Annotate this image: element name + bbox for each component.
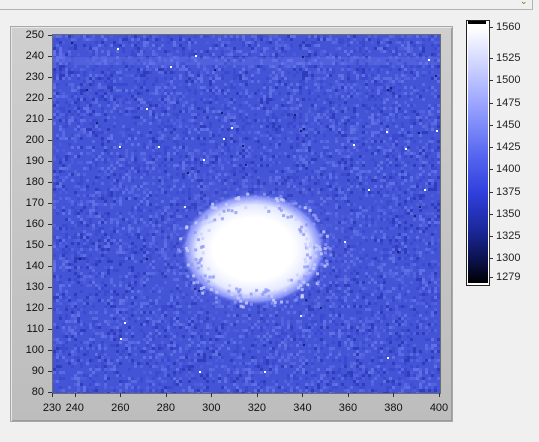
image-band — [53, 57, 440, 65]
y-tick-label: 240 — [25, 50, 44, 62]
y-tick-label: 120 — [25, 302, 44, 314]
y-tick-label: 160 — [25, 218, 44, 230]
colorbar-tick-label: 1300 — [496, 252, 521, 265]
y-tick-mark — [48, 371, 52, 372]
y-tick-label: 180 — [25, 176, 44, 188]
x-tick-mark — [211, 393, 213, 397]
intensity-graph-plot-area[interactable] — [52, 34, 441, 394]
y-tick-mark — [48, 98, 52, 99]
y-tick-label: 110 — [26, 323, 44, 335]
colorbar-tick-mark — [489, 102, 493, 104]
y-tick-mark — [48, 266, 52, 267]
y-tick-label: 150 — [25, 239, 44, 251]
x-tick-mark — [74, 393, 76, 397]
colorbar[interactable] — [466, 20, 490, 286]
x-tick-label: 260 — [111, 402, 130, 414]
x-tick-mark — [120, 393, 122, 397]
y-tick-label: 250 — [25, 29, 44, 41]
colorbar-tick-label: 1325 — [496, 230, 521, 243]
colorbar-tick-label: 1450 — [496, 118, 521, 131]
y-tick-mark — [48, 140, 52, 141]
y-tick-label: 230 — [25, 71, 44, 83]
x-tick-mark — [52, 393, 53, 397]
colorbar-tick-label: 1400 — [496, 163, 521, 176]
x-tick-mark — [256, 393, 258, 397]
y-tick-label: 200 — [25, 134, 44, 146]
x-tick-mark — [165, 393, 167, 397]
colorbar-tick-mark — [489, 80, 493, 82]
colorbar-tick-label: 1560 — [496, 21, 521, 33]
x-tick-mark — [347, 393, 349, 397]
colorbar-axis — [489, 26, 490, 278]
x-tick-label: 360 — [338, 402, 358, 414]
x-tick-label: 320 — [247, 402, 267, 414]
colorbar-tick-mark — [489, 169, 493, 171]
y-tick-mark — [48, 182, 52, 183]
y-tick-label: 170 — [25, 197, 44, 209]
colorbar-tick-label: 1350 — [496, 207, 521, 220]
y-tick-label: 140 — [25, 260, 44, 272]
window-top-edge: ⌄ — [0, 0, 539, 10]
y-tick-mark — [48, 329, 52, 330]
y-tick-mark — [48, 245, 52, 246]
colorbar-tick-label: 1425 — [496, 141, 521, 154]
y-tick-label: 130 — [25, 281, 44, 293]
colorbar-tick-mark — [489, 258, 493, 260]
colorbar-tick-mark — [489, 277, 493, 278]
x-tick-label: 400 — [429, 402, 449, 414]
colorbar-tick-mark — [489, 191, 493, 193]
colorbar-tick-mark — [489, 236, 493, 238]
colorbar-tick-label: 1475 — [496, 96, 521, 109]
colorbar-tick-label: 1375 — [496, 185, 521, 198]
y-tick-mark — [48, 119, 52, 120]
y-tick-label: 80 — [31, 386, 44, 398]
colorbar-tick-mark — [489, 147, 493, 149]
x-tick-label: 280 — [156, 402, 175, 414]
y-tick-mark — [48, 77, 52, 78]
y-tick-label: 100 — [25, 344, 44, 356]
y-tick-label: 90 — [31, 365, 44, 377]
x-tick-label: 340 — [293, 402, 312, 414]
colorbar-gradient — [468, 28, 488, 283]
x-tick-label: 300 — [202, 402, 221, 414]
y-tick-mark — [48, 308, 52, 309]
colorbar-tick-mark — [489, 58, 493, 60]
y-tick-mark — [48, 350, 52, 351]
y-tick-label: 190 — [25, 155, 44, 167]
y-tick-mark — [48, 56, 52, 57]
y-tick-mark — [48, 203, 52, 204]
colorbar-max-handle[interactable] — [468, 21, 486, 24]
x-tick-label: 240 — [65, 402, 84, 414]
x-tick-label: 380 — [384, 402, 403, 414]
corner-chevron-icon: ⌄ — [520, 0, 528, 6]
x-tick-mark — [393, 393, 395, 397]
colorbar-tick-label: 1500 — [496, 74, 521, 87]
window-bottom-strip — [0, 428, 539, 442]
colorbar-tick-mark — [489, 213, 493, 215]
y-tick-label: 220 — [25, 92, 44, 104]
intensity-image — [53, 35, 440, 393]
y-tick-mark — [48, 224, 52, 225]
colorbar-tick-label: 1279 — [496, 271, 521, 283]
colorbar-tick-label: 1525 — [496, 52, 521, 65]
y-tick-label: 210 — [25, 113, 44, 125]
x-tick-mark — [439, 393, 440, 397]
x-tick-mark — [302, 393, 304, 397]
y-tick-mark — [48, 161, 52, 162]
y-tick-mark — [48, 35, 52, 36]
colorbar-tick-mark — [489, 124, 493, 126]
colorbar-tick-mark — [489, 27, 493, 28]
y-tick-mark — [48, 287, 52, 288]
